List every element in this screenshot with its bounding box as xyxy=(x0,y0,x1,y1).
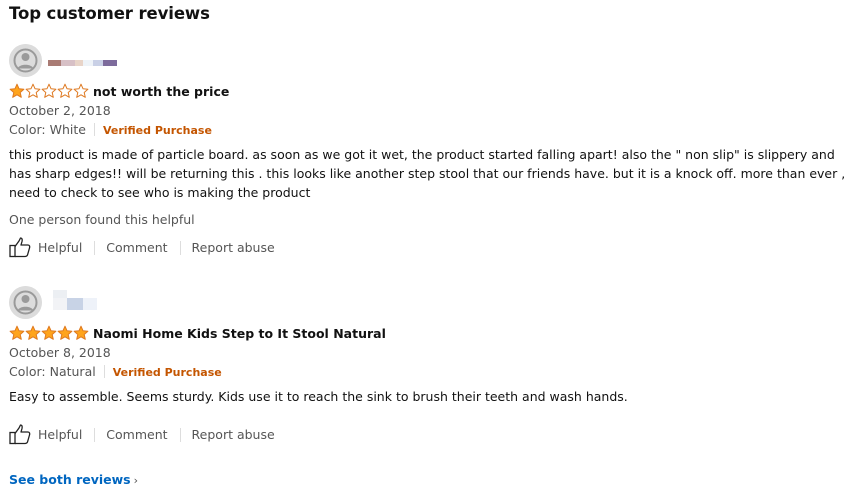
verified-badge: Verified Purchase xyxy=(112,366,222,379)
avatar-icon xyxy=(9,286,42,319)
divider xyxy=(94,240,96,255)
helpful-button[interactable]: Helpful xyxy=(38,240,82,255)
review-body: this product is made of particle board. … xyxy=(9,147,846,200)
divider xyxy=(94,427,96,442)
avatar-icon xyxy=(9,44,42,77)
reviewer-name-redacted xyxy=(48,60,117,66)
section-title: Top customer reviews xyxy=(9,4,210,23)
star-empty-icon xyxy=(41,83,57,98)
review-body: Easy to assemble. Seems sturdy. Kids use… xyxy=(9,389,628,404)
star-filled-icon xyxy=(57,325,73,340)
review-date: October 8, 2018 xyxy=(9,345,111,360)
review-card: Naomi Home Kids Step to It Stool Natural… xyxy=(9,286,854,456)
star-filled-icon xyxy=(73,325,89,340)
review-date: October 2, 2018 xyxy=(9,103,111,118)
variant-label: Color: Natural xyxy=(9,364,96,379)
helpful-count: One person found this helpful xyxy=(9,212,195,227)
star-filled-icon xyxy=(41,325,57,340)
verified-badge: Verified Purchase xyxy=(102,124,212,137)
comment-link[interactable]: Comment xyxy=(106,240,167,255)
review-variant[interactable]: Color: Natural Verified Purchase xyxy=(9,364,222,379)
chevron-right-icon: › xyxy=(133,474,139,487)
report-abuse-link[interactable]: Report abuse xyxy=(192,240,275,255)
review-variant[interactable]: Color: White Verified Purchase xyxy=(9,122,212,137)
reviews-widget: Top customer reviews not worth the price… xyxy=(0,0,861,493)
review-title[interactable]: Naomi Home Kids Step to It Stool Natural xyxy=(93,326,386,341)
review-title[interactable]: not worth the price xyxy=(93,84,229,99)
see-all-label: See both reviews xyxy=(9,472,131,487)
review-actions: Helpful Comment Report abuse xyxy=(9,424,275,445)
variant-label: Color: White xyxy=(9,122,86,137)
star-filled-icon xyxy=(9,83,25,98)
review-actions: Helpful Comment Report abuse xyxy=(9,237,275,258)
thumbs-up-icon[interactable] xyxy=(9,237,31,258)
star-filled-icon xyxy=(25,325,41,340)
divider xyxy=(179,240,181,255)
thumbs-up-icon[interactable] xyxy=(9,424,31,445)
star-empty-icon xyxy=(73,83,89,98)
report-abuse-link[interactable]: Report abuse xyxy=(192,427,275,442)
divider xyxy=(103,365,105,378)
comment-link[interactable]: Comment xyxy=(106,427,167,442)
see-all-reviews-link[interactable]: See both reviews › xyxy=(9,472,138,487)
reviewer-name-redacted xyxy=(53,290,97,310)
review-card: not worth the price October 2, 2018 Colo… xyxy=(9,44,854,269)
helpful-button[interactable]: Helpful xyxy=(38,427,82,442)
divider xyxy=(93,123,95,136)
star-filled-icon xyxy=(9,325,25,340)
star-rating[interactable] xyxy=(9,83,89,99)
star-rating[interactable] xyxy=(9,325,89,341)
star-empty-icon xyxy=(57,83,73,98)
star-empty-icon xyxy=(25,83,41,98)
divider xyxy=(179,427,181,442)
